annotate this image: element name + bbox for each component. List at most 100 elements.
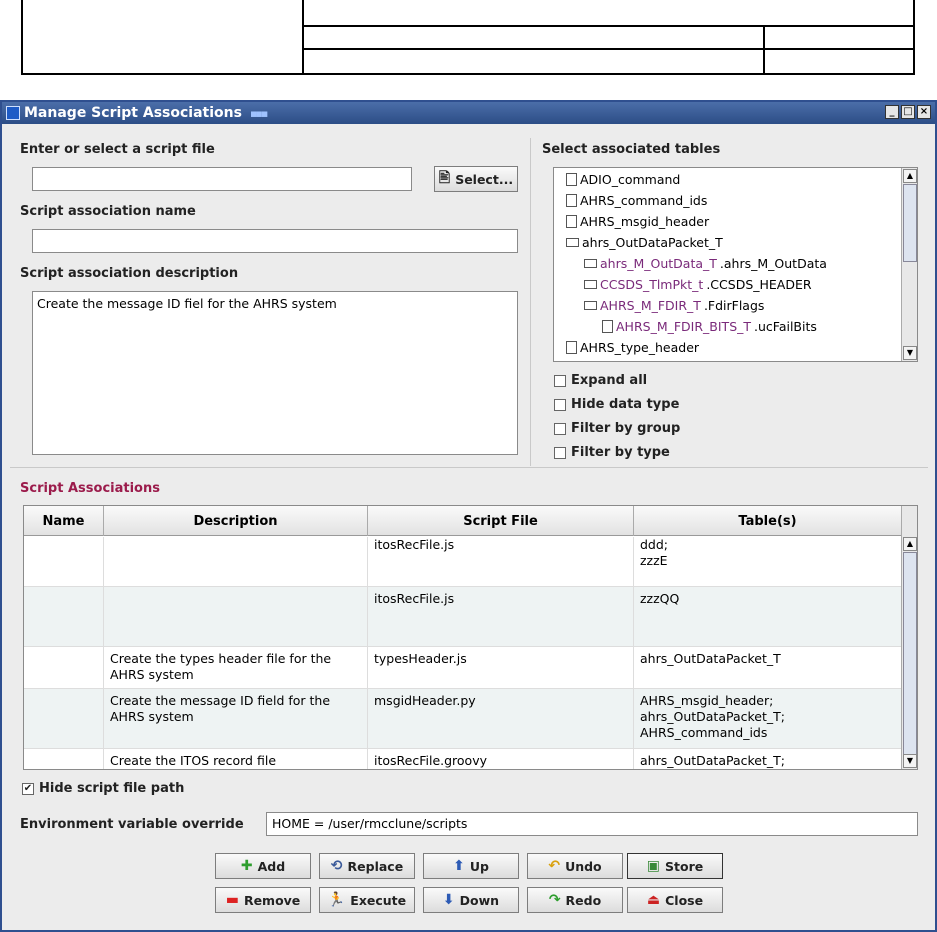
filter-by-type-checkbox[interactable]: Filter by type xyxy=(554,445,670,460)
table-cell-tables[interactable]: ddd; zzzE xyxy=(634,537,902,587)
undo-button-label: Undo xyxy=(565,858,602,874)
script-associations-table[interactable]: Name Description Script File Table(s) it… xyxy=(23,505,918,770)
add-button-label: Add xyxy=(257,858,286,874)
table-cell-description[interactable] xyxy=(104,537,368,587)
script-file-label: Enter or select a script file xyxy=(20,142,215,157)
add-button[interactable]: ✚ Add xyxy=(215,853,311,879)
scroll-up-icon[interactable]: ▲ xyxy=(903,537,917,551)
table-cell-tables[interactable]: ahrs_OutDataPacket_T; xyxy=(634,749,902,769)
checkbox-box[interactable] xyxy=(554,422,566,435)
expand-all-checkbox[interactable]: Expand all xyxy=(554,373,647,388)
table-cell-description[interactable] xyxy=(104,587,368,647)
association-name-input[interactable] xyxy=(32,229,518,253)
tree-node[interactable]: AHRS_type_header xyxy=(566,340,702,355)
column-header-name[interactable]: Name xyxy=(24,506,104,536)
replace-button[interactable]: ⟲ Replace xyxy=(319,853,415,879)
table-header: Name Description Script File Table(s) xyxy=(24,506,902,536)
column-header-script-file[interactable]: Script File xyxy=(368,506,634,536)
close-button[interactable]: ⏏ Close xyxy=(627,887,723,913)
minus-icon: ▬ xyxy=(225,892,239,908)
tree-node-label: AHRS_command_ids xyxy=(580,193,708,208)
replace-button-label: Replace xyxy=(347,858,404,874)
tables-tree[interactable]: ADIO_command AHRS_command_ids AHRS_msgid_h… xyxy=(553,167,918,362)
execute-button[interactable]: 🏃 Execute xyxy=(319,887,415,913)
remove-button-label: Remove xyxy=(243,892,301,908)
table-cell-tables[interactable]: AHRS_msgid_header; ahrs_OutDataPacket_T;… xyxy=(634,689,902,749)
undo-button[interactable]: ↶ Undo xyxy=(527,853,623,879)
column-header-tables[interactable]: Table(s) xyxy=(634,506,902,536)
table-cell-description[interactable]: Create the ITOS record file xyxy=(104,749,368,769)
checkbox-box[interactable] xyxy=(554,446,566,459)
close-window-button[interactable]: × xyxy=(917,105,931,119)
table-scrollbar[interactable]: ▲ ▼ xyxy=(901,506,917,769)
down-button[interactable]: ⬇ Down xyxy=(423,887,519,913)
table-scroll-thumb[interactable] xyxy=(903,552,917,756)
table-row[interactable]: Create the ITOS record file itosRecFile.g… xyxy=(24,749,902,769)
column-header-description[interactable]: Description xyxy=(104,506,368,536)
environment-override-input[interactable]: HOME = /user/rmcclune/scripts xyxy=(266,812,918,836)
table-cell-description[interactable]: Create the message ID field for the AHRS… xyxy=(104,689,368,749)
tree-node[interactable]: ahrs_OutDataPacket_T xyxy=(566,235,726,250)
store-button[interactable]: ▣ Store xyxy=(627,853,723,879)
tree-node[interactable]: ADIO_command xyxy=(566,172,683,187)
tree-node[interactable]: ahrs_M_OutData_T .ahrs_M_OutData xyxy=(584,256,827,271)
filter-by-group-checkbox[interactable]: Filter by group xyxy=(554,421,680,436)
table-cell-name[interactable] xyxy=(24,689,104,749)
tree-scroll-thumb[interactable] xyxy=(903,184,917,262)
remove-button[interactable]: ▬ Remove xyxy=(215,887,311,913)
tree-node[interactable]: AHRS_M_FDIR_BITS_T .ucFailBits xyxy=(602,319,817,334)
checkbox-box-checked[interactable]: ✔ xyxy=(22,782,34,795)
select-file-icon: 🖹 xyxy=(438,170,451,186)
select-file-button[interactable]: 🖹 Select... xyxy=(434,166,518,192)
maximize-button[interactable]: □ xyxy=(901,105,915,119)
tree-node-label: AHRS_msgid_header xyxy=(580,214,710,229)
tree-node[interactable]: CCSDS_TlmPkt_t .CCSDS_HEADER xyxy=(584,277,812,292)
tree-scrollbar[interactable]: ▲ ▼ xyxy=(901,168,917,361)
association-description-textarea[interactable]: Create the message ID fiel for the AHRS … xyxy=(32,291,518,455)
tree-node-label: AHRS_M_FDIR_T xyxy=(600,298,701,313)
script-file-input[interactable] xyxy=(32,167,412,191)
undo-icon: ↶ xyxy=(548,858,561,874)
folder-icon xyxy=(584,301,597,310)
hide-script-path-checkbox[interactable]: ✔ Hide script file path xyxy=(22,781,184,796)
table-row[interactable]: itosRecFile.js ddd; zzzE xyxy=(24,537,902,587)
title-decoration-icon: ▪▪▪ xyxy=(249,106,268,120)
manage-script-associations-dialog: Manage Script Associations ▪▪▪ _ □ × Ent… xyxy=(0,100,937,932)
arrow-up-icon: ⬆ xyxy=(453,858,465,874)
table-cell-tables[interactable]: zzzQQ xyxy=(634,587,902,647)
checkbox-box[interactable] xyxy=(554,398,566,411)
table-row[interactable]: Create the types header file for the AHR… xyxy=(24,647,902,689)
header-table-column-line xyxy=(763,25,765,73)
filter-by-type-label: Filter by type xyxy=(571,445,670,460)
tree-node[interactable]: AHRS_msgid_header xyxy=(566,214,712,229)
table-cell-tables[interactable]: ahrs_OutDataPacket_T xyxy=(634,647,902,689)
scroll-down-icon[interactable]: ▼ xyxy=(903,346,917,360)
table-cell-name[interactable] xyxy=(24,749,104,769)
title-bar[interactable]: Manage Script Associations ▪▪▪ _ □ × xyxy=(2,102,935,124)
redo-button[interactable]: ↷ Redo xyxy=(527,887,623,913)
hide-data-type-label: Hide data type xyxy=(571,397,680,412)
minimize-button[interactable]: _ xyxy=(885,105,899,119)
hide-data-type-checkbox[interactable]: Hide data type xyxy=(554,397,679,412)
table-cell-name[interactable] xyxy=(24,587,104,647)
table-cell-script[interactable]: itosRecFile.groovy xyxy=(368,749,634,769)
tree-node-label: ahrs_OutDataPacket_T xyxy=(582,235,723,250)
tree-node[interactable]: AHRS_command_ids xyxy=(566,193,710,208)
tree-node-suffix: .ucFailBits xyxy=(754,319,817,334)
tree-node[interactable]: AHRS_M_FDIR_T .FdirFlags xyxy=(584,298,764,313)
table-cell-name[interactable] xyxy=(24,537,104,587)
table-cell-script[interactable]: itosRecFile.js xyxy=(368,587,634,647)
scroll-down-icon[interactable]: ▼ xyxy=(903,754,917,768)
header-table-divider xyxy=(302,0,304,73)
panel-divider xyxy=(530,138,531,466)
table-row[interactable]: Create the message ID field for the AHRS… xyxy=(24,689,902,749)
scroll-up-icon[interactable]: ▲ xyxy=(903,169,917,183)
table-cell-description[interactable]: Create the types header file for the AHR… xyxy=(104,647,368,689)
table-cell-script[interactable]: msgidHeader.py xyxy=(368,689,634,749)
table-cell-script[interactable]: itosRecFile.js xyxy=(368,537,634,587)
checkbox-box[interactable] xyxy=(554,374,566,387)
table-row[interactable]: itosRecFile.js zzzQQ xyxy=(24,587,902,647)
table-cell-name[interactable] xyxy=(24,647,104,689)
table-cell-script[interactable]: typesHeader.js xyxy=(368,647,634,689)
up-button[interactable]: ⬆ Up xyxy=(423,853,519,879)
